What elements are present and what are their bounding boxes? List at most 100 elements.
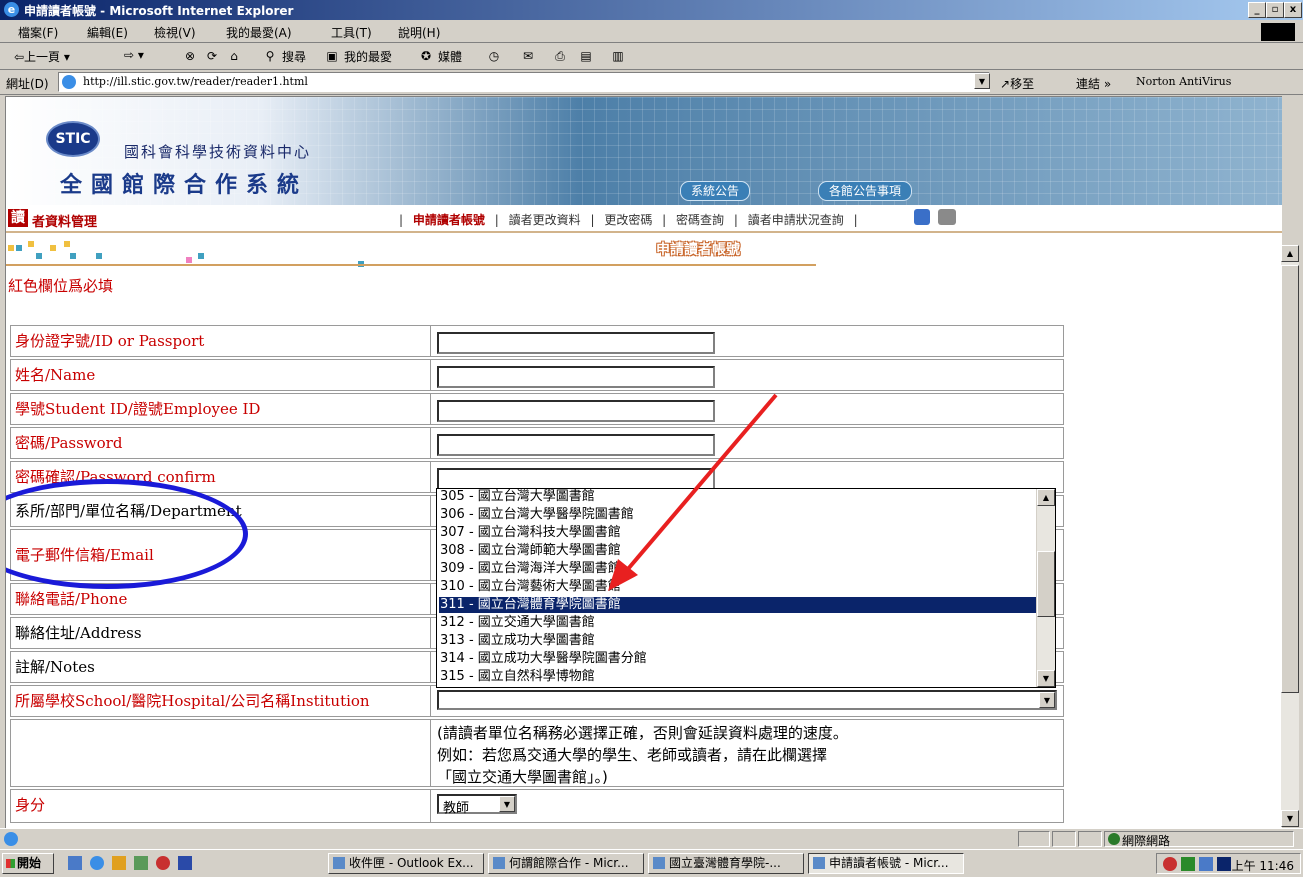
form-row-name: 姓名/Name (10, 359, 1064, 391)
menu-help[interactable]: 說明(H) (398, 24, 440, 41)
outlook-quicklaunch-icon[interactable] (112, 856, 126, 870)
link-change-password[interactable]: 更改密碼 (604, 213, 652, 227)
list-item[interactable]: 305 - 國立台灣大學圖書館 (439, 489, 1036, 505)
section-header: 申請讀者帳號 (6, 231, 1282, 271)
refresh-icon[interactable]: ⟳ (204, 48, 220, 64)
maximize-button[interactable]: ▫ (1266, 2, 1284, 18)
student-id-input[interactable] (437, 400, 715, 422)
institution-dropdown-icon[interactable]: ▼ (1039, 692, 1055, 708)
link-change-data[interactable]: 讀者更改資料 (509, 213, 581, 227)
library-announcement-button[interactable]: 各館公告事項 (818, 181, 913, 201)
norton-antivirus-button[interactable]: Norton AntiVirus (1136, 75, 1231, 88)
address-dropdown-icon[interactable]: ▼ (974, 73, 990, 89)
print-icon[interactable]: ⎙ (552, 48, 568, 64)
address-url[interactable]: http://ill.stic.gov.tw/reader/reader1.ht… (83, 75, 308, 88)
show-desktop-icon[interactable] (68, 856, 82, 870)
label-identity: 身分 (11, 790, 431, 822)
link-application-status[interactable]: 讀者申請狀況查詢 (748, 213, 844, 227)
forward-button[interactable]: ⇨ ▾ (124, 48, 144, 62)
user-icon[interactable] (914, 209, 930, 225)
identity-select[interactable]: 教師 ▼ (437, 794, 517, 816)
link-password-query[interactable]: 密碼查詢 (676, 213, 724, 227)
task-ie-apply[interactable]: 申請讀者帳號 - Micr... (808, 853, 964, 874)
scroll-up-icon[interactable]: ▲ (1037, 489, 1055, 506)
label-id: 身份證字號/ID or Passport (11, 326, 431, 356)
password-confirm-input[interactable] (437, 468, 715, 490)
media-button[interactable]: 媒體 (438, 48, 462, 65)
list-item[interactable]: 314 - 國立成功大學醫學院圖書分館 (439, 651, 1036, 667)
title-bar: e 申請讀者帳號 - Microsoft Internet Explorer _… (0, 0, 1303, 20)
taskbar: 開始 收件匣 - Outlook Ex... 何謂館際合作 - Micr... … (0, 849, 1303, 877)
word-quicklaunch-icon[interactable] (178, 856, 192, 870)
flag-tray-icon[interactable] (1181, 857, 1195, 871)
minimize-button[interactable]: _ (1248, 2, 1266, 18)
form-row-student-id: 學號Student ID/證號Employee ID (10, 393, 1064, 425)
print-page-icon[interactable] (938, 209, 956, 225)
list-item[interactable]: 309 - 國立台灣海洋大學圖書館 (439, 561, 1036, 577)
explorer-quicklaunch-icon[interactable] (134, 856, 148, 870)
ie-quicklaunch-icon[interactable] (90, 856, 104, 870)
system-name: 全國館際合作系統 (60, 172, 309, 198)
listbox-scrollbar[interactable]: ▲ ▼ (1036, 489, 1055, 687)
menu-file[interactable]: 檔案(F) (18, 24, 58, 41)
ie-logo-icon: e (4, 2, 19, 17)
system-tray: 上午 11:46 (1156, 853, 1301, 874)
page-scroll-up-icon[interactable]: ▲ (1281, 245, 1299, 262)
form-row-help: (請讀者單位名稱務必選擇正確，否則會延誤資料處理的速度。 例如：若您爲交通大學的… (10, 719, 1064, 787)
discuss-icon[interactable]: ▥ (610, 48, 626, 64)
form-row-id: 身份證字號/ID or Passport (10, 325, 1064, 357)
task-outlook[interactable]: 收件匣 - Outlook Ex... (328, 853, 484, 874)
search-button[interactable]: 搜尋 (282, 48, 306, 65)
mail-icon[interactable]: ✉ (520, 48, 536, 64)
institution-help-text: (請讀者單位名稱務必選擇正確，否則會延誤資料處理的速度。 例如：若您爲交通大學的… (437, 724, 848, 786)
list-item[interactable]: 313 - 國立成功大學圖書館 (439, 633, 1036, 649)
label-student-id: 學號Student ID/證號Employee ID (11, 394, 431, 424)
close-button[interactable]: x (1284, 2, 1302, 18)
id-input[interactable] (437, 332, 715, 354)
page-scroll-down-icon[interactable]: ▼ (1281, 810, 1299, 827)
go-button[interactable]: ↗移至 (1000, 75, 1034, 92)
home-icon[interactable]: ⌂ (226, 48, 242, 64)
clock: 上午 11:46 (1231, 859, 1294, 873)
label-name: 姓名/Name (11, 360, 431, 390)
list-item[interactable]: 307 - 國立台灣科技大學圖書館 (439, 525, 1036, 541)
name-input[interactable] (437, 366, 715, 388)
institution-listbox[interactable]: 305 - 國立台灣大學圖書館 306 - 國立台灣大學醫學院圖書館 307 -… (436, 488, 1056, 688)
history-icon[interactable]: ◷ (486, 48, 502, 64)
task-word[interactable]: 何謂館際合作 - Micr... (488, 853, 644, 874)
list-item[interactable]: 310 - 國立台灣藝術大學圖書館 (439, 579, 1036, 595)
links-button[interactable]: 連結 » (1076, 75, 1111, 92)
media-quicklaunch-icon[interactable] (156, 856, 170, 870)
favorites-button[interactable]: 我的最愛 (344, 48, 392, 65)
page-scroll-thumb[interactable] (1281, 265, 1299, 693)
menu-view[interactable]: 檢視(V) (154, 24, 196, 41)
identity-dropdown-icon[interactable]: ▼ (499, 796, 515, 812)
list-item[interactable]: 306 - 國立台灣大學醫學院圖書館 (439, 507, 1036, 523)
password-input[interactable] (437, 434, 715, 456)
address-bar: 網址(D) http://ill.stic.gov.tw/reader/read… (0, 70, 1303, 95)
label-notes: 註解/Notes (11, 652, 431, 682)
menu-edit[interactable]: 編輯(E) (87, 24, 128, 41)
listbox-scroll-thumb[interactable] (1037, 551, 1055, 617)
back-button[interactable]: ⇦上一頁 ▾ (14, 48, 70, 65)
list-item[interactable]: 312 - 國立交通大學圖書館 (439, 615, 1036, 631)
edit-icon[interactable]: ▤ (578, 48, 594, 64)
antivirus-tray-icon[interactable] (1163, 857, 1177, 871)
page-scrollbar[interactable]: ▲ ▼ (1281, 245, 1299, 827)
list-item[interactable]: 315 - 國立自然科學博物館 (439, 669, 1036, 685)
stop-icon[interactable]: ⊗ (182, 48, 198, 64)
system-announcement-button[interactable]: 系統公告 (680, 181, 751, 201)
task-ie-ntcpe[interactable]: 國立臺灣體育學院-... (648, 853, 804, 874)
link-apply-account[interactable]: 申請讀者帳號 (413, 213, 485, 227)
menu-favorites[interactable]: 我的最愛(A) (226, 24, 292, 41)
scroll-down-icon[interactable]: ▼ (1037, 670, 1055, 687)
start-button[interactable]: 開始 (2, 853, 54, 874)
menu-tools[interactable]: 工具(T) (331, 24, 372, 41)
address-input[interactable]: http://ill.stic.gov.tw/reader/reader1.ht… (58, 72, 990, 92)
network-tray-icon[interactable] (1199, 857, 1213, 871)
language-tray-icon[interactable] (1217, 857, 1231, 871)
favorites-icon: ▣ (326, 49, 338, 63)
list-item-selected[interactable]: 311 - 國立台灣體育學院圖書館 (439, 597, 1036, 613)
institution-select[interactable]: ▼ (437, 690, 1057, 710)
list-item[interactable]: 308 - 國立台灣師範大學圖書館 (439, 543, 1036, 559)
